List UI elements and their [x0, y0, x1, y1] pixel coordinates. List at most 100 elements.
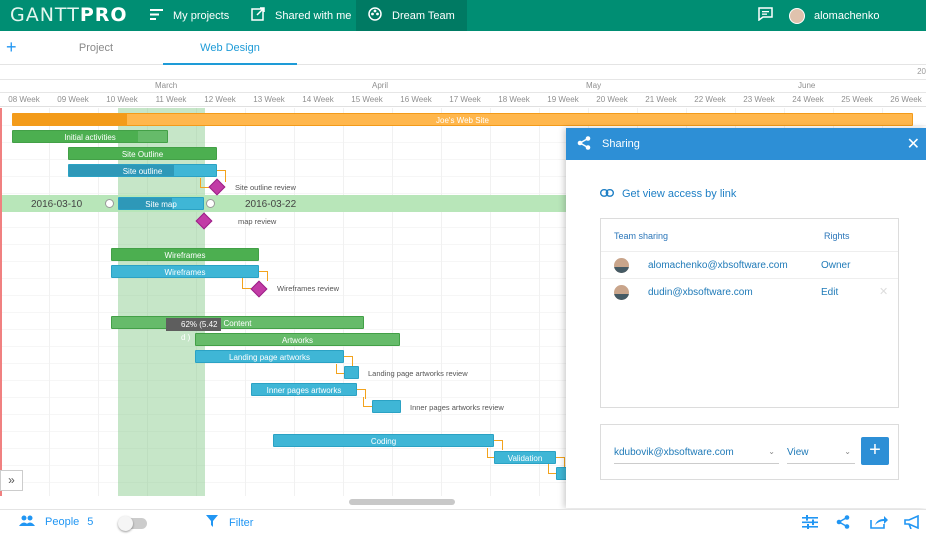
task-bar-landing[interactable]: Landing page artworks [195, 350, 344, 363]
team-icon [368, 7, 382, 24]
filter-label: Filter [229, 516, 254, 529]
year-scale: 20 [0, 65, 926, 79]
week-label: 17 Week [449, 95, 481, 104]
task-bar-site-outline[interactable]: Site Outline [68, 147, 217, 160]
user-menu[interactable]: alomachenko [789, 0, 879, 31]
week-label: 23 Week [743, 95, 775, 104]
task-bar-inner[interactable]: Inner pages artworks [251, 383, 357, 396]
member-row: alomachenko@xbsoftware.com Owner [601, 251, 898, 278]
dependency-link [336, 364, 344, 374]
task-bar-site-outline-sub[interactable]: Site outline [68, 164, 217, 177]
task-bar-wireframes-sub[interactable]: Wireframes [111, 265, 259, 278]
week-label: 24 Week [792, 95, 824, 104]
task-bar-content[interactable]: Content [111, 316, 364, 329]
link-handle-right[interactable] [206, 199, 215, 208]
rights-header: Rights [824, 231, 850, 241]
remove-member-button[interactable]: ✕ [879, 285, 888, 298]
add-member-button[interactable]: + [861, 437, 889, 465]
task-bar-validation[interactable]: Validation [494, 451, 556, 464]
week-label: 18 Week [498, 95, 530, 104]
tab-project[interactable]: Project [56, 31, 136, 65]
task-bar-initial[interactable]: Initial activities [12, 130, 168, 143]
settings-sliders-icon[interactable] [802, 515, 818, 532]
invite-email-input[interactable]: kdubovik@xbsoftware.com ⌄ [614, 443, 779, 464]
nav-my-projects[interactable]: My projects [150, 0, 229, 31]
people-label: People [45, 516, 80, 528]
week-scale: 08 Week 09 Week 10 Week 11 Week 12 Week 13 We… [0, 93, 926, 107]
export-icon[interactable] [870, 515, 888, 532]
milestone-label: Site outline review [235, 183, 296, 192]
close-panel-button[interactable]: ✕ [907, 134, 920, 154]
people-button[interactable]: People 5 [19, 515, 93, 529]
task-bar-wireframes[interactable]: Wireframes [111, 248, 259, 261]
week-label: 16 Week [400, 95, 432, 104]
avatar [614, 285, 629, 300]
week-label: 15 Week [351, 95, 383, 104]
invite-role-select[interactable]: View ⌄ [787, 443, 855, 464]
nav-dream-team-label: Dream Team [392, 9, 455, 22]
app-logo[interactable]: GANTTPRO [10, 4, 128, 26]
task-end-date: 2016-03-22 [245, 199, 297, 210]
task-bar-landing-review[interactable] [344, 366, 359, 379]
month-label: May [586, 81, 602, 90]
chat-icon [758, 7, 773, 24]
nav-shared-with-me[interactable]: Shared with me [251, 0, 351, 31]
dependency-link [344, 356, 353, 366]
member-email: alomachenko@xbsoftware.com [648, 260, 788, 271]
milestone-label: map review [238, 217, 277, 226]
grid-line [244, 108, 246, 496]
sharing-header: Sharing ✕ [566, 128, 926, 160]
tab-web-design[interactable]: Web Design [163, 31, 297, 65]
week-label: 13 Week [253, 95, 285, 104]
nav-shared-with-me-label: Shared with me [275, 9, 352, 22]
horizontal-scrollbar[interactable] [349, 499, 455, 505]
chevron-down-icon: ⌄ [844, 447, 851, 456]
plus-icon: + [6, 37, 17, 57]
list-icon [150, 8, 163, 23]
member-role: Owner [821, 260, 851, 271]
filter-button[interactable]: Filter [206, 515, 253, 530]
week-label: 11 Week [155, 95, 187, 104]
week-label: 09 Week [57, 95, 89, 104]
double-chevron-right-icon: » [8, 473, 15, 487]
today-marker [0, 108, 2, 496]
share-icon [577, 136, 591, 153]
grid-line [538, 108, 540, 496]
month-label: June [798, 81, 816, 90]
expand-grid-button[interactable]: » [0, 470, 23, 491]
week-label: 21 Week [645, 95, 677, 104]
close-icon: ✕ [906, 136, 920, 153]
member-email: dudin@xbsoftware.com [648, 287, 753, 298]
task-bar-artworks[interactable]: Artworks [195, 333, 400, 346]
milestone-label: Inner pages artworks review [410, 403, 504, 412]
project-tabs: + Project Web Design [0, 31, 926, 65]
share-box-icon [251, 7, 265, 24]
chat-button[interactable] [758, 0, 773, 31]
share-icon[interactable] [836, 515, 850, 532]
add-project-button[interactable]: + [6, 37, 17, 57]
view-access-link[interactable]: Get view access by link [599, 188, 736, 200]
week-label: 25 Week [841, 95, 873, 104]
task-bar-site-map[interactable]: Site map [118, 197, 204, 210]
task-bar-coding[interactable]: Coding [273, 434, 494, 447]
chevron-down-icon: ⌄ [768, 447, 775, 456]
link-icon [599, 188, 615, 200]
task-bar-inner-review[interactable] [372, 400, 401, 413]
dependency-link [556, 457, 565, 467]
week-label: 26 Week [890, 95, 922, 104]
people-count: 5 [87, 516, 94, 528]
megaphone-icon[interactable] [904, 514, 922, 532]
avatar [614, 258, 629, 273]
member-row: dudin@xbsoftware.com Edit ✕ [601, 278, 898, 305]
milestone-label: Wireframes review [277, 284, 340, 293]
task-bar-project[interactable]: Joe's Web Site [12, 113, 913, 126]
link-handle-left[interactable] [105, 199, 114, 208]
dependency-link [494, 440, 503, 450]
people-toggle[interactable] [118, 516, 147, 531]
team-sharing-header: Team sharing [614, 231, 669, 241]
month-scale: March April May June [0, 79, 926, 93]
nav-dream-team[interactable]: Dream Team [356, 0, 467, 31]
progress-tooltip: 62% (5.42 d ) [166, 318, 221, 342]
nav-my-projects-label: My projects [173, 9, 230, 22]
member-role-select[interactable]: Edit [821, 287, 838, 298]
